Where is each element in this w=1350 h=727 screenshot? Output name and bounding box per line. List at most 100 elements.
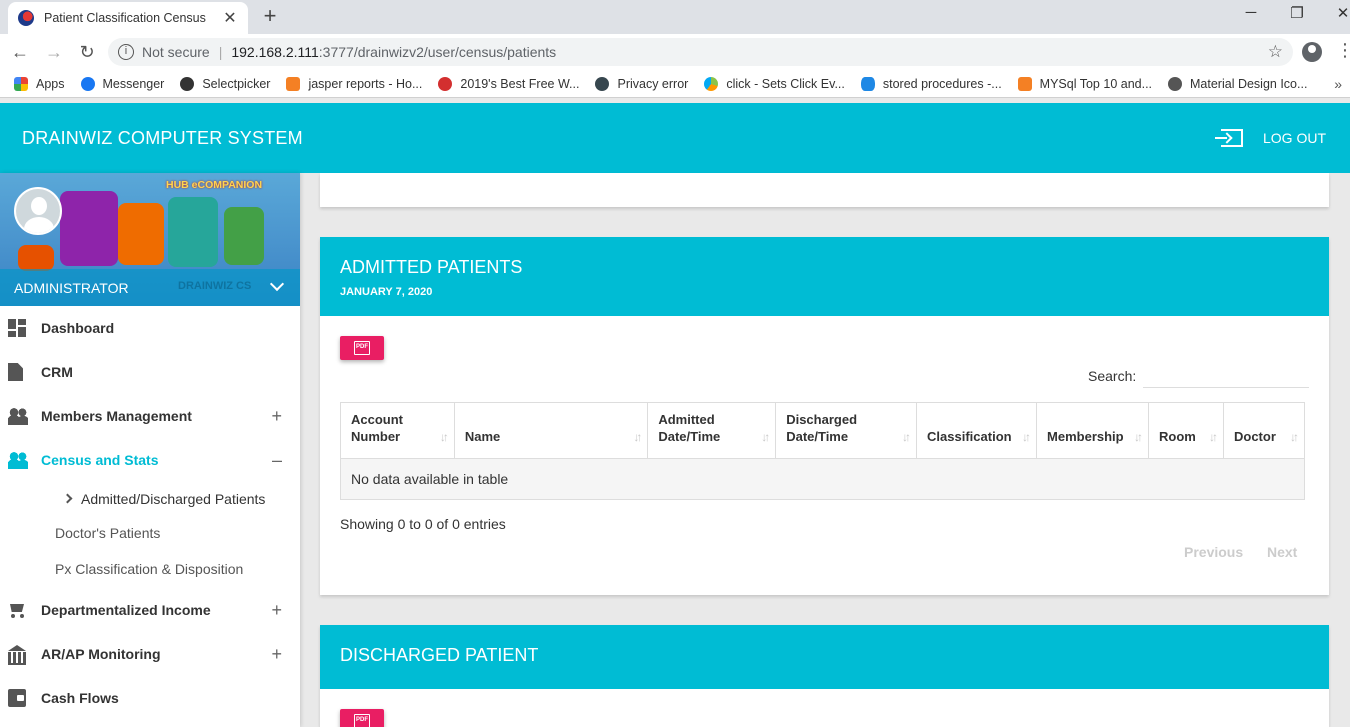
card-title: DISCHARGED PATIENT <box>340 645 539 665</box>
browser-tab-active[interactable]: Patient Classification Census ✕ <box>8 2 248 34</box>
collapse-minus-icon[interactable]: – <box>272 450 282 471</box>
admitted-patients-table: Account Number ↓↑ Name ↓↑ Admitted Date/Time… <box>340 402 1306 500</box>
close-window-icon[interactable]: ✕ <box>1328 4 1350 22</box>
bookmark-star-icon[interactable]: ☆ <box>1268 42 1283 62</box>
site-info-icon[interactable]: i <box>118 44 134 60</box>
column-header-membership[interactable]: Membership ↓↑ <box>1036 402 1150 459</box>
sidebar-item-census-and-stats[interactable]: Census and Stats – <box>0 438 300 482</box>
search-input[interactable] <box>1143 360 1309 388</box>
sidebar-item-departmentalized-income[interactable]: Departmentalized Income + <box>0 588 300 632</box>
logout-button[interactable]: LOG OUT <box>1214 129 1326 147</box>
column-header-line1: Admitted <box>658 412 715 427</box>
sidebar-item-dashboard[interactable]: Dashboard <box>0 306 300 350</box>
column-header-line1: Name <box>464 429 501 444</box>
bookmark-material-icons[interactable]: Material Design Ico... <box>1168 76 1308 91</box>
bookmark-label: click - Sets Click Ev... <box>726 76 845 91</box>
wallet-icon <box>8 689 26 707</box>
column-header-account-number[interactable]: Account Number ↓↑ <box>340 402 455 459</box>
column-header-classification[interactable]: Classification ↓↑ <box>916 402 1038 459</box>
url-path: :3777/drainwizv2/user/census/patients <box>318 44 557 60</box>
close-tab-icon[interactable]: ✕ <box>222 8 238 28</box>
forward-arrow-icon[interactable]: → <box>42 40 66 64</box>
sidebar-subitem-doctors-patients[interactable]: Doctor's Patients <box>0 516 300 550</box>
more-bookmarks-icon[interactable]: » <box>1334 76 1342 92</box>
stethoscope-image <box>168 197 218 267</box>
expand-plus-icon[interactable]: + <box>271 600 282 621</box>
github-icon <box>180 76 195 91</box>
site-icon <box>704 76 719 91</box>
sidebar-item-cash-flows[interactable]: Cash Flows <box>0 676 300 720</box>
reload-icon[interactable]: ↻ <box>75 40 99 64</box>
address-bar[interactable]: i Not secure | 192.168.2.111:3777/drainw… <box>108 38 1293 66</box>
warning-globe-icon <box>595 76 610 91</box>
column-header-name[interactable]: Name ↓↑ <box>453 402 649 459</box>
sidebar-item-label: AR/AP Monitoring <box>41 646 161 662</box>
back-arrow-icon[interactable]: ← <box>8 40 32 64</box>
bookmark-label: Material Design Ico... <box>1190 76 1308 91</box>
chevron-down-icon[interactable] <box>269 276 285 292</box>
account-avatar-icon[interactable] <box>1302 42 1322 62</box>
bookmarks-bar: Apps Messenger Selectpicker jasper repor… <box>0 70 1350 98</box>
sort-arrows-icon: ↓↑ <box>761 430 770 444</box>
sidebar-subitem-admitted-discharged[interactable]: Admitted/Discharged Patients <box>0 482 300 516</box>
next-page-button[interactable]: Next <box>1267 544 1297 560</box>
bookmark-label: Privacy error <box>617 76 689 91</box>
bookmark-selectpicker[interactable]: Selectpicker <box>180 76 271 91</box>
bookmark-jasper[interactable]: jasper reports - Ho... <box>286 76 423 91</box>
column-header-line2: Date/Time <box>658 429 721 444</box>
expand-plus-icon[interactable]: + <box>271 644 282 665</box>
expand-plus-icon[interactable]: + <box>271 406 282 427</box>
column-header-discharged-datetime[interactable]: Discharged Date/Time ↓↑ <box>775 402 918 459</box>
admitted-card-body: PDF Search: Account Number ↓↑ Name ↓↑ Admit… <box>320 316 1329 595</box>
app-brand[interactable]: DRAINWIZ COMPUTER SYSTEM <box>22 128 303 149</box>
bookmark-label: Messenger <box>102 76 165 91</box>
column-header-admitted-datetime[interactable]: Admitted Date/Time ↓↑ <box>647 402 777 459</box>
table-info: Showing 0 to 0 of 0 entries <box>340 516 506 532</box>
column-header-room[interactable]: Room ↓↑ <box>1148 402 1224 459</box>
omnibox-divider: | <box>218 44 223 60</box>
sidebar-subitem-label: Doctor's Patients <box>55 525 161 541</box>
browser-menu-icon[interactable]: ⋮ <box>1336 40 1350 61</box>
discharged-card-header: DISCHARGED PATIENT <box>320 625 1329 689</box>
new-tab-button[interactable]: + <box>258 4 282 28</box>
site-favicon-icon <box>18 10 34 26</box>
bookmark-messenger[interactable]: Messenger <box>80 76 165 91</box>
sidebar-item-crm[interactable]: CRM <box>0 350 300 394</box>
bookmark-mysql[interactable]: MYSql Top 10 and... <box>1017 76 1152 91</box>
app-header: DRAINWIZ COMPUTER SYSTEM LOG OUT <box>0 103 1350 173</box>
sort-arrows-icon: ↓↑ <box>1134 430 1143 444</box>
database-icon <box>860 76 875 91</box>
restore-window-icon[interactable]: ❐ <box>1282 4 1312 22</box>
column-header-doctor[interactable]: Doctor ↓↑ <box>1222 402 1306 459</box>
bookmark-click[interactable]: click - Sets Click Ev... <box>704 76 845 91</box>
sidebar-item-label: Cash Flows <box>41 690 119 706</box>
bookmark-label: jasper reports - Ho... <box>308 76 423 91</box>
bookmark-label: Selectpicker <box>202 76 271 91</box>
minimize-window-icon[interactable]: ─ <box>1236 4 1266 21</box>
pdf-icon: PDF <box>354 714 370 727</box>
column-header-line2: Number <box>351 429 401 444</box>
column-header-line1: Doctor <box>1233 429 1276 444</box>
people-icon <box>8 451 28 469</box>
user-role-dropdown[interactable]: ADMINISTRATOR DRAINWIZ CS <box>0 269 300 306</box>
bookmark-label: stored procedures -... <box>882 76 1002 91</box>
bookmark-best-free[interactable]: 2019's Best Free W... <box>438 76 579 91</box>
export-pdf-button[interactable]: PDF <box>340 336 384 360</box>
pill-bottle-image <box>18 245 54 271</box>
export-pdf-button[interactable]: PDF <box>340 709 384 727</box>
previous-card-bottom <box>320 173 1329 207</box>
sidebar-subitem-px-classification[interactable]: Px Classification & Disposition <box>0 550 300 588</box>
previous-page-button[interactable]: Previous <box>1184 544 1243 560</box>
sidebar-item-members-management[interactable]: Members Management + <box>0 394 300 438</box>
bookmark-apps[interactable]: Apps <box>14 76 65 91</box>
sidebar-item-ar-ap-monitoring[interactable]: AR/AP Monitoring + <box>0 632 300 676</box>
site-icon <box>438 76 453 91</box>
apps-grid-icon <box>14 76 28 91</box>
first-aid-kit-image <box>224 207 264 265</box>
sidebar: HUB eCOMPANION ADMINISTRATOR DRAINWIZ CS… <box>0 173 300 727</box>
bookmark-privacy-error[interactable]: Privacy error <box>595 76 689 91</box>
chevron-right-icon <box>62 493 73 504</box>
sidebar-item-label: Departmentalized Income <box>41 602 211 618</box>
user-role: ADMINISTRATOR <box>14 279 129 296</box>
bookmark-stored-procedures[interactable]: stored procedures -... <box>860 76 1002 91</box>
